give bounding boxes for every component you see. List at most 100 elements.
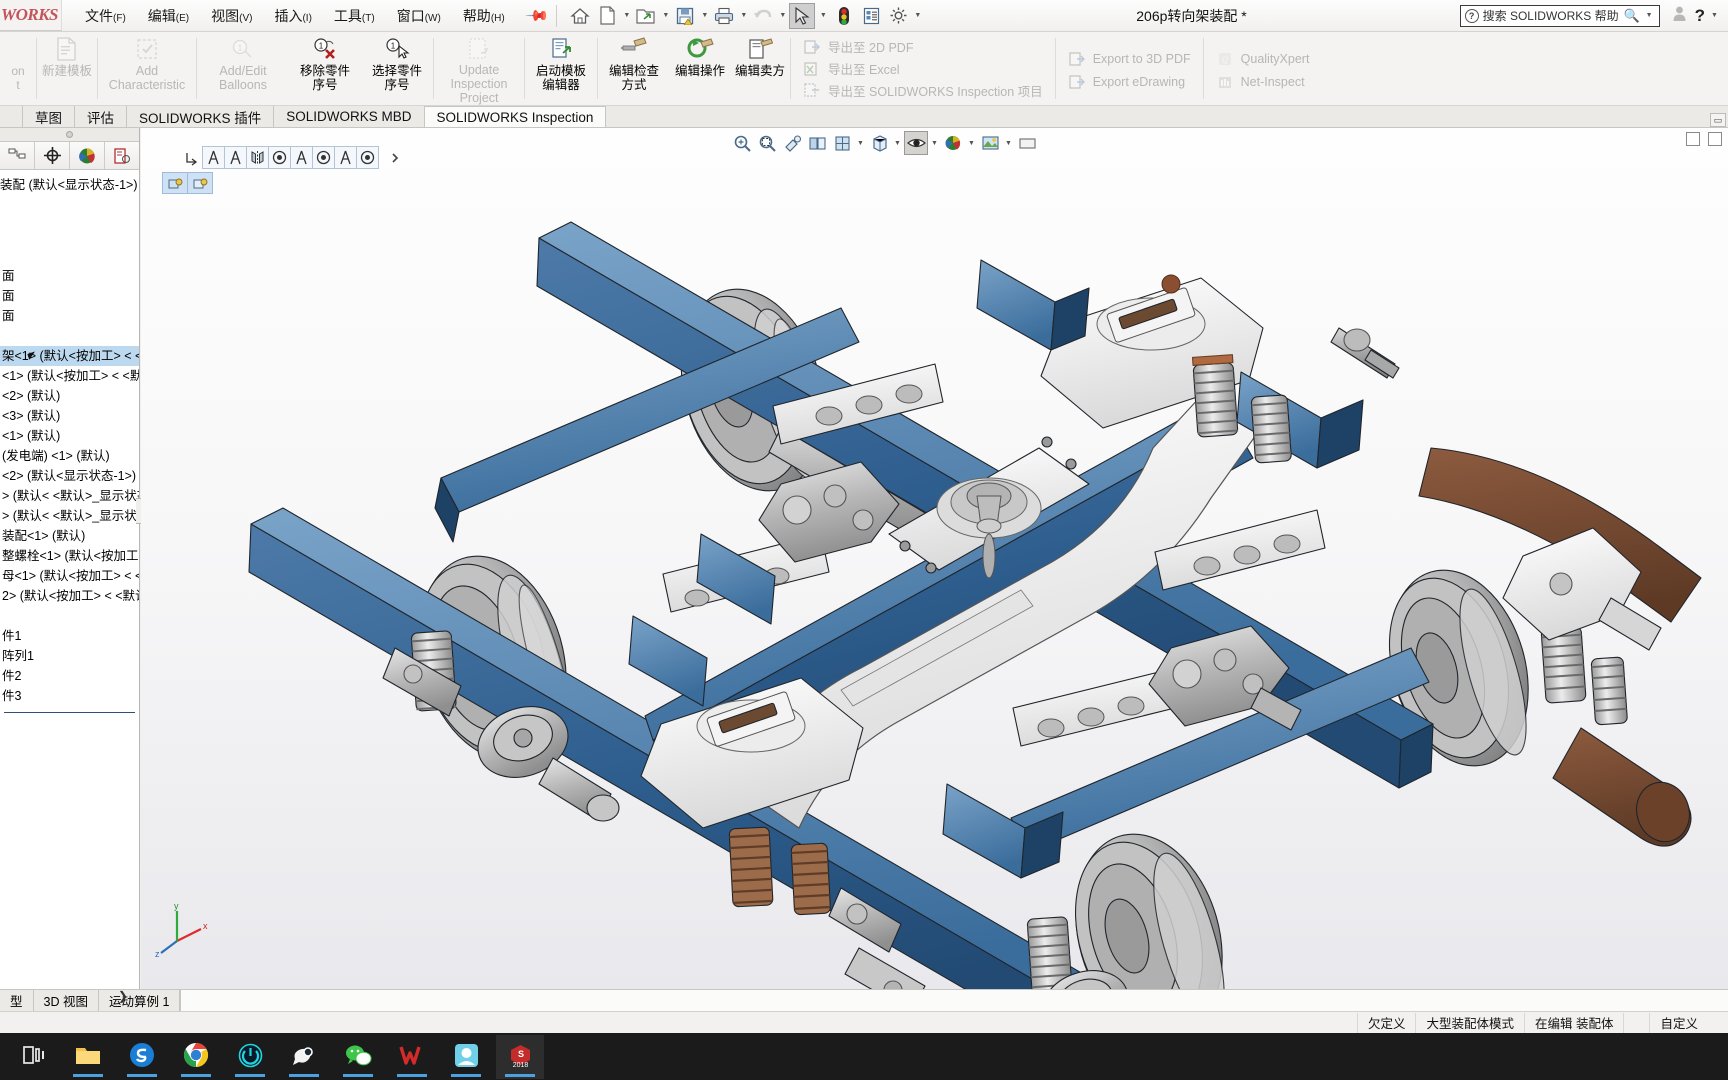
tree-item-9[interactable]: <2> (默认<显示状态-1>) <box>0 466 139 486</box>
btab-3d-views[interactable]: 3D 视图 <box>33 990 99 1011</box>
tab-scroll-right-icon[interactable]: ❯ <box>118 989 128 1003</box>
help-search-box[interactable]: ? 搜索 SOLIDWORKS 帮助 🔍 ▼ <box>1459 4 1660 27</box>
appearances-dropdown-icon[interactable]: ▼ <box>966 140 977 147</box>
tree-item-13[interactable]: 整螺栓<1> (默认<按加工> <box>0 546 139 566</box>
apply-scene-icon[interactable] <box>978 131 1002 155</box>
menu-tools[interactable]: 工具(T) <box>323 2 386 30</box>
tree-item-1[interactable]: 面 <box>0 286 139 306</box>
tab-solidworks-mbd[interactable]: SOLIDWORKS MBD <box>274 106 425 127</box>
help-button[interactable]: ? <box>1695 6 1705 26</box>
tree-item-b3[interactable]: 件3 <box>0 686 139 706</box>
tree-item-15[interactable]: 2> (默认<按加工> < <默认 <box>0 586 139 606</box>
solidworks-2018-icon[interactable]: S 2018 <box>496 1034 544 1079</box>
qualityxpert-row[interactable]: Q QualityXpert <box>1210 48 1316 71</box>
menu-view[interactable]: 视图(V) <box>200 2 263 30</box>
appearances-icon[interactable] <box>941 131 965 155</box>
status-customize[interactable]: 自定义 <box>1649 1012 1728 1033</box>
ribbon-btn-add-edit-balloons[interactable]: 1 Add/Edit Balloons <box>197 32 289 105</box>
open-document-icon[interactable] <box>633 3 659 29</box>
display-manager-icon[interactable] <box>105 142 139 169</box>
ribbon-btn-launch-template-editor[interactable]: 启动模板编辑器 <box>525 32 597 105</box>
tree-item-6[interactable]: <3> (默认) <box>0 406 139 426</box>
undo-dropdown-icon[interactable]: ▼ <box>777 12 788 19</box>
tree-item-10[interactable]: > (默认< <默认>_显示状态 <box>0 486 139 506</box>
display-state-a-icon[interactable] <box>162 172 188 194</box>
ribbon-btn-partial-left[interactable]: on t <box>0 32 36 105</box>
menu-insert[interactable]: 插入(I) <box>263 2 322 30</box>
menu-window[interactable]: 窗口(W) <box>386 2 452 30</box>
rebuild-traffic-light-icon[interactable] <box>831 3 857 29</box>
tree-root[interactable]: 装配 (默认<显示状态-1>) <box>0 174 139 196</box>
ribbon-btn-edit-operation[interactable]: 编辑操作 <box>670 32 730 105</box>
tree-item-3[interactable]: 架<1> (默认<按加工> < <默 <box>0 346 139 366</box>
tree-item-0[interactable]: 面 <box>0 266 139 286</box>
split-view-icon[interactable] <box>1686 132 1700 146</box>
browser-s-icon[interactable] <box>118 1035 166 1079</box>
print-icon[interactable] <box>711 3 737 29</box>
tree-item-b1[interactable]: 阵列1 <box>0 646 139 666</box>
save-dropdown-icon[interactable]: ▼ <box>699 12 710 19</box>
wps-icon[interactable] <box>388 1035 436 1079</box>
tab-sketch[interactable]: 草图 <box>22 106 75 127</box>
ribbon-btn-edit-inspection-method[interactable]: 编辑检查方式 <box>598 32 670 105</box>
tab-solidworks-addins[interactable]: SOLIDWORKS 插件 <box>127 106 275 127</box>
window-minimize-button[interactable]: ▭ <box>1710 113 1726 127</box>
menu-edit[interactable]: 编辑(E) <box>137 2 200 30</box>
media-app-icon[interactable] <box>442 1035 490 1079</box>
new-document-dropdown-icon[interactable]: ▼ <box>621 12 632 19</box>
ribbon-btn-new-template[interactable]: 新建模板 <box>37 32 97 105</box>
export-edrawing-row[interactable]: Export eDrawing <box>1062 71 1197 94</box>
display-style-dropdown-icon[interactable]: ▼ <box>892 140 903 147</box>
tab-solidworks-inspection[interactable]: SOLIDWORKS Inspection <box>424 106 607 127</box>
search-input[interactable]: 搜索 SOLIDWORKS 帮助 <box>1483 7 1620 24</box>
mirror-icon[interactable] <box>246 146 269 169</box>
bogie-assembly-model[interactable] <box>141 128 1728 989</box>
zoom-to-area-icon[interactable] <box>755 131 779 155</box>
power-app-icon[interactable] <box>226 1035 274 1079</box>
view-orientation-icon[interactable] <box>830 131 854 155</box>
concentric-icon[interactable] <box>268 146 291 169</box>
file-explorer-icon[interactable] <box>64 1035 112 1079</box>
graphics-viewport[interactable]: ▼ ▼ ▼ ▼ ▼ x y z <box>141 128 1728 989</box>
tree-item-5[interactable]: <2> (默认) <box>0 386 139 406</box>
panel-collapse-strip[interactable] <box>0 128 139 142</box>
ribbon-btn-select-balloon[interactable]: 1 选择零件序号 <box>361 32 433 105</box>
tree-item-b0[interactable]: 件1 <box>0 626 139 646</box>
undo-icon[interactable] <box>750 3 776 29</box>
options-gear-icon[interactable] <box>885 3 911 29</box>
maximize-view-icon[interactable] <box>1708 132 1722 146</box>
tree-rollback-bar[interactable] <box>4 712 135 713</box>
options-dropdown-icon[interactable]: ▼ <box>912 12 923 19</box>
print-dropdown-icon[interactable]: ▼ <box>738 12 749 19</box>
property-manager-icon[interactable] <box>35 142 70 169</box>
export-excel-row[interactable]: 导出至 Excel <box>797 58 1049 80</box>
measure-icon[interactable] <box>202 146 225 169</box>
section-view-icon[interactable] <box>805 131 829 155</box>
file-properties-icon[interactable] <box>858 3 884 29</box>
ribbon-btn-remove-balloon[interactable]: 1 移除零件序号 <box>289 32 361 105</box>
measure3-icon[interactable] <box>290 146 313 169</box>
ribbon-btn-add-characteristic[interactable]: Add Characteristic <box>98 32 196 105</box>
measure2-icon[interactable] <box>224 146 247 169</box>
open-document-dropdown-icon[interactable]: ▼ <box>660 12 671 19</box>
export-3d-pdf-row[interactable]: Export to 3D PDF <box>1062 48 1197 71</box>
tree-item-2[interactable]: 面 <box>0 306 139 326</box>
btab-model[interactable]: 型 <box>0 990 34 1011</box>
display-style-icon[interactable] <box>867 131 891 155</box>
more-chevron-icon[interactable] <box>383 146 406 169</box>
tree-item-11[interactable]: > (默认< <默认>_显示状态 <box>0 506 139 526</box>
apply-scene-dropdown-icon[interactable]: ▼ <box>1003 140 1014 147</box>
task-view-icon[interactable] <box>10 1035 58 1079</box>
save-icon[interactable] <box>672 3 698 29</box>
new-document-icon[interactable] <box>594 3 620 29</box>
export-2d-pdf-row[interactable]: 导出至 2D PDF <box>797 36 1049 58</box>
select-cursor-icon[interactable] <box>789 2 816 29</box>
zoom-to-fit-icon[interactable] <box>730 131 754 155</box>
tree-item-7[interactable]: <1> (默认) <box>0 426 139 446</box>
concentric2-icon[interactable] <box>312 146 335 169</box>
net-inspect-row[interactable]: Net-Inspect <box>1210 71 1316 94</box>
view-orientation-dropdown-icon[interactable]: ▼ <box>855 140 866 147</box>
previous-view-icon[interactable] <box>780 131 804 155</box>
feature-manager-tree-icon[interactable] <box>0 142 35 169</box>
measure4-icon[interactable] <box>334 146 357 169</box>
